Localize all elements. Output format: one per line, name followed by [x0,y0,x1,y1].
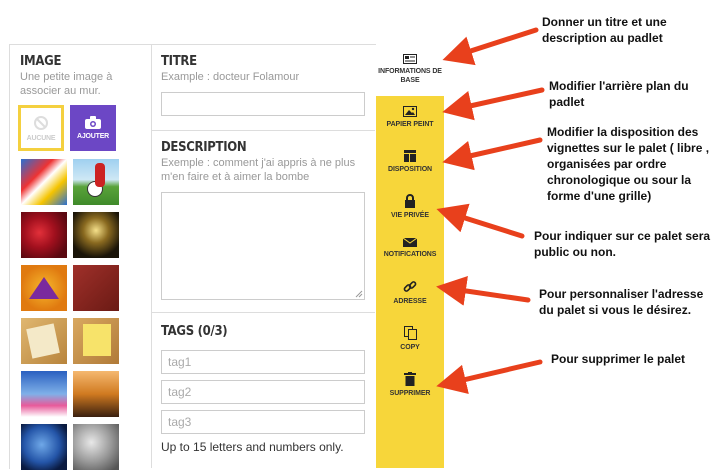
arrow-privacy [436,203,525,239]
arrow-delete [436,359,543,395]
arrow-layout [442,137,543,171]
arrow-address [436,276,531,306]
annotation-arrows [436,27,545,395]
arrow-basic-info [442,27,539,66]
arrow-wallpaper [442,87,545,121]
